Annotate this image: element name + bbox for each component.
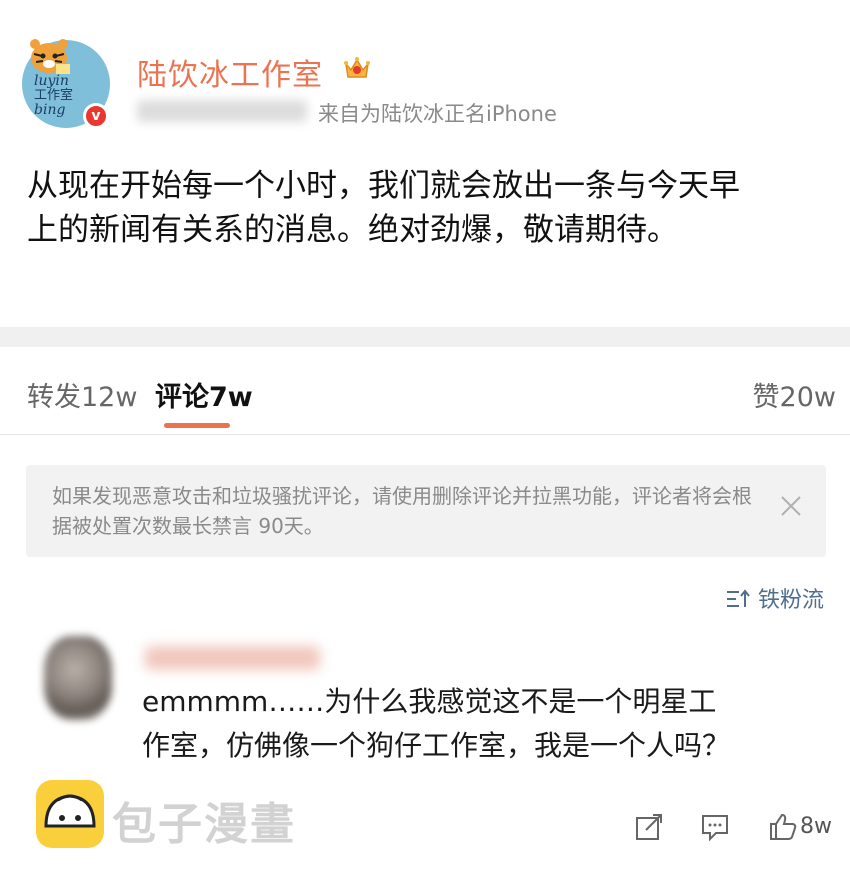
section-divider [0,327,850,347]
tiger-mascot-icon [30,39,70,74]
close-icon[interactable] [778,493,804,519]
post-source: 来自为陆饮冰正名iPhone [318,102,557,126]
comment-text: emmmm……为什么我感觉这不是一个明星工作室，仿佛像一个狗仔工作室，我是一个人… [142,685,731,762]
sort-label: 铁粉流 [757,588,824,613]
verified-badge-icon: v [83,103,109,129]
sort-toggle[interactable]: 铁粉流 [726,582,824,614]
crown-icon [344,57,370,78]
commenter-avatar[interactable] [44,636,112,720]
tab-like[interactable]: 赞20w [753,375,836,414]
notice-text: 如果发现恶意攻击和垃圾骚扰评论，请使用删除评论并拉黑功能，评论者将会根据被处置次… [52,484,752,538]
active-tab-indicator [164,423,230,428]
tab-comment[interactable]: 评论7w [155,375,253,414]
baozi-logo [36,780,104,848]
comment-policy-notice: 如果发现恶意攻击和垃圾骚扰评论，请使用删除评论并拉黑功能，评论者将会根据被处置次… [26,465,826,557]
post-content: 从现在开始每一个小时，我们就会放出一条与今天早 上的新闻有关系的消息。绝对劲爆，… [27,168,740,248]
tab-repost[interactable]: 转发12w [27,375,137,414]
bun-icon [44,794,96,828]
share-icon[interactable] [634,812,664,842]
tabs-divider [0,434,850,435]
watermark-text: 包子漫畫 [112,799,296,850]
comment-icon[interactable] [700,812,730,842]
commenter-name[interactable] [145,646,320,670]
like-count: 8w [800,814,832,839]
account-name[interactable]: 陆饮冰工作室 [137,50,323,94]
sort-icon [726,589,750,607]
post-timestamp [137,100,307,122]
like-icon[interactable] [768,812,798,842]
